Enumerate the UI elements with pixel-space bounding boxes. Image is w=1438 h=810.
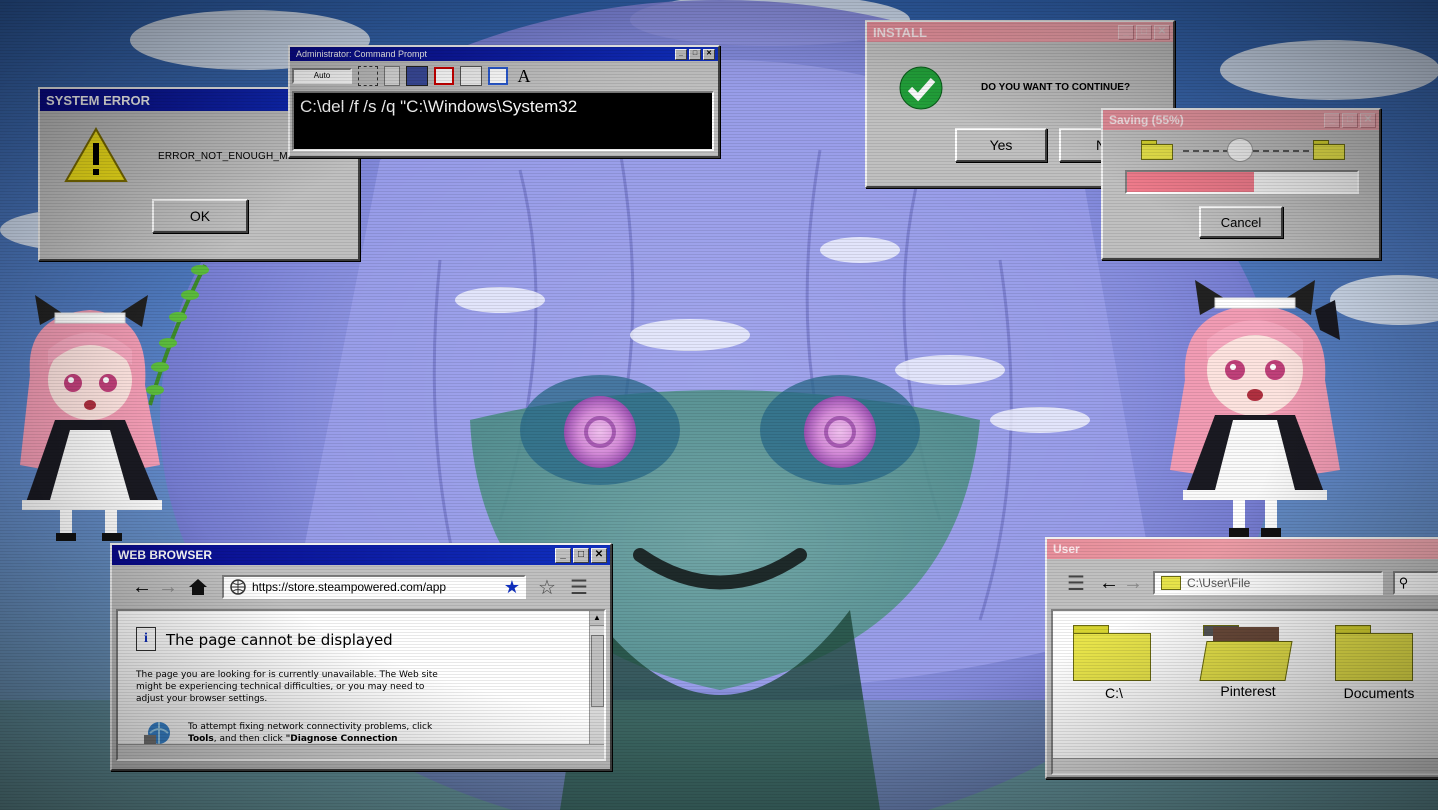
close-button[interactable]: ✕ <box>591 547 607 563</box>
menu-icon[interactable]: ☰ <box>1067 571 1085 596</box>
install-titlebar[interactable]: INSTALL _ □ ✕ <box>867 22 1173 42</box>
globe-icon <box>230 579 246 595</box>
maximize-button[interactable]: □ <box>1342 112 1358 128</box>
font-icon[interactable]: A <box>514 66 534 86</box>
forward-icon[interactable]: → <box>158 576 178 599</box>
folder-icon <box>1199 625 1293 681</box>
web-browser-window: WEB BROWSER _ □ ✕ ← → https://store.stea… <box>110 543 612 771</box>
paste-icon[interactable] <box>406 66 428 86</box>
system-error-title: SYSTEM ERROR <box>46 92 151 108</box>
error-body: The page you are looking for is currentl… <box>136 670 438 704</box>
file-explorer-window: User ☰ ← → C:\User\File ⚲ C:\ Pinterest <box>1045 537 1438 779</box>
cmd-titlebar[interactable]: Administrator: Command Prompt _ □ ✕ <box>290 47 718 61</box>
folder-icon <box>1160 576 1181 590</box>
explorer-title: User <box>1053 542 1080 556</box>
cmd-command-text: C:\del /f /s /q "C:\Windows\System32 <box>300 97 578 116</box>
chibi-maid-right <box>1170 280 1340 538</box>
search-icon: ⚲ <box>1398 575 1409 590</box>
vertical-scrollbar[interactable]: ▲ <box>589 611 604 745</box>
folder-label: Documents <box>1343 685 1415 701</box>
fullscreen-icon[interactable] <box>434 67 454 85</box>
error-title: The page cannot be displayed <box>166 631 393 649</box>
maximize-button[interactable]: □ <box>689 48 701 60</box>
path-bar[interactable]: C:\User\File <box>1152 571 1383 595</box>
font-size-select[interactable]: Auto <box>292 68 352 84</box>
network-globe-icon <box>144 722 170 745</box>
progress-bar <box>1125 170 1359 194</box>
back-icon[interactable]: ← <box>1099 572 1119 595</box>
cmd-title: Administrator: Command Prompt <box>296 49 428 59</box>
browser-titlebar[interactable]: WEB BROWSER _ □ ✕ <box>112 545 610 565</box>
address-bar[interactable]: https://store.steampowered.com/app ★ <box>222 575 526 599</box>
folder-icon <box>1073 625 1151 681</box>
url-text: https://store.steampowered.com/app <box>252 580 447 594</box>
minimize-button[interactable]: _ <box>1118 24 1134 40</box>
saving-window: Saving (55%) _ □ ✕ Cancel <box>1101 108 1381 260</box>
explorer-toolbar: ☰ ← → C:\User\File ⚲ <box>1049 565 1438 601</box>
minimize-button[interactable]: _ <box>555 547 571 563</box>
cmd-toolbar: Auto A <box>292 63 714 89</box>
command-prompt-window: Administrator: Command Prompt _ □ ✕ Auto… <box>288 45 720 158</box>
folder-icon <box>1335 625 1413 681</box>
browser-toolbar: ← → https://store.steampowered.com/app ★… <box>114 569 604 605</box>
maximize-button[interactable]: □ <box>573 547 589 563</box>
background-icon[interactable] <box>488 67 508 85</box>
yes-button[interactable]: Yes <box>955 128 1047 162</box>
folder-item[interactable]: Pinterest <box>1199 625 1293 705</box>
horizontal-scrollbar[interactable] <box>118 744 604 759</box>
saving-title: Saving (55%) <box>1109 113 1184 127</box>
browser-viewport: i The page cannot be displayed The page … <box>116 609 606 761</box>
scroll-thumb[interactable] <box>591 635 604 707</box>
install-question: DO YOU WANT TO CONTINUE? <box>981 82 1131 93</box>
home-icon[interactable] <box>188 578 208 596</box>
bookmark-outline-icon[interactable]: ☆ <box>538 575 556 600</box>
cancel-button[interactable]: Cancel <box>1199 206 1283 238</box>
scroll-up-icon[interactable]: ▲ <box>590 611 604 626</box>
chibi-maid-left <box>20 264 209 541</box>
folder-label: Pinterest <box>1220 683 1276 699</box>
mark-icon[interactable] <box>358 66 378 86</box>
info-icon: i <box>136 627 156 651</box>
maximize-button[interactable]: □ <box>1136 24 1152 40</box>
check-icon <box>899 66 943 110</box>
minimize-button[interactable]: _ <box>1324 112 1340 128</box>
cmd-console[interactable]: C:\del /f /s /q "C:\Windows\System32 <box>292 91 714 151</box>
folder-label: C:\ <box>1105 685 1123 701</box>
folder-icon <box>1141 140 1173 160</box>
folder-item[interactable]: Documents <box>1329 625 1429 705</box>
menu-icon[interactable]: ☰ <box>570 575 588 600</box>
progress-fill <box>1127 172 1254 192</box>
explorer-titlebar[interactable]: User <box>1047 539 1438 559</box>
connectivity-hint: To attempt fixing network connectivity p… <box>188 722 433 744</box>
ok-button[interactable]: OK <box>152 199 248 233</box>
copy-icon[interactable] <box>384 66 400 86</box>
horizontal-scrollbar[interactable] <box>1053 758 1438 773</box>
folder-icon <box>1313 140 1345 160</box>
install-title: INSTALL <box>873 24 927 40</box>
bookmark-filled-icon[interactable]: ★ <box>504 577 520 598</box>
paper-icon <box>1227 138 1253 162</box>
close-button[interactable]: ✕ <box>1360 112 1376 128</box>
folder-item[interactable]: C:\ <box>1069 625 1153 705</box>
saving-titlebar[interactable]: Saving (55%) _ □ ✕ <box>1103 110 1379 130</box>
properties-icon[interactable] <box>460 66 482 86</box>
explorer-content: C:\ Pinterest Documents <box>1051 609 1438 775</box>
warning-icon <box>64 127 128 182</box>
search-box[interactable]: ⚲ <box>1392 571 1438 595</box>
back-icon[interactable]: ← <box>132 576 152 599</box>
close-button[interactable]: ✕ <box>703 48 715 60</box>
minimize-button[interactable]: _ <box>675 48 687 60</box>
close-button[interactable]: ✕ <box>1154 24 1170 40</box>
forward-icon[interactable]: → <box>1123 572 1143 595</box>
browser-title: WEB BROWSER <box>118 548 212 562</box>
path-text: C:\User\File <box>1186 576 1251 590</box>
